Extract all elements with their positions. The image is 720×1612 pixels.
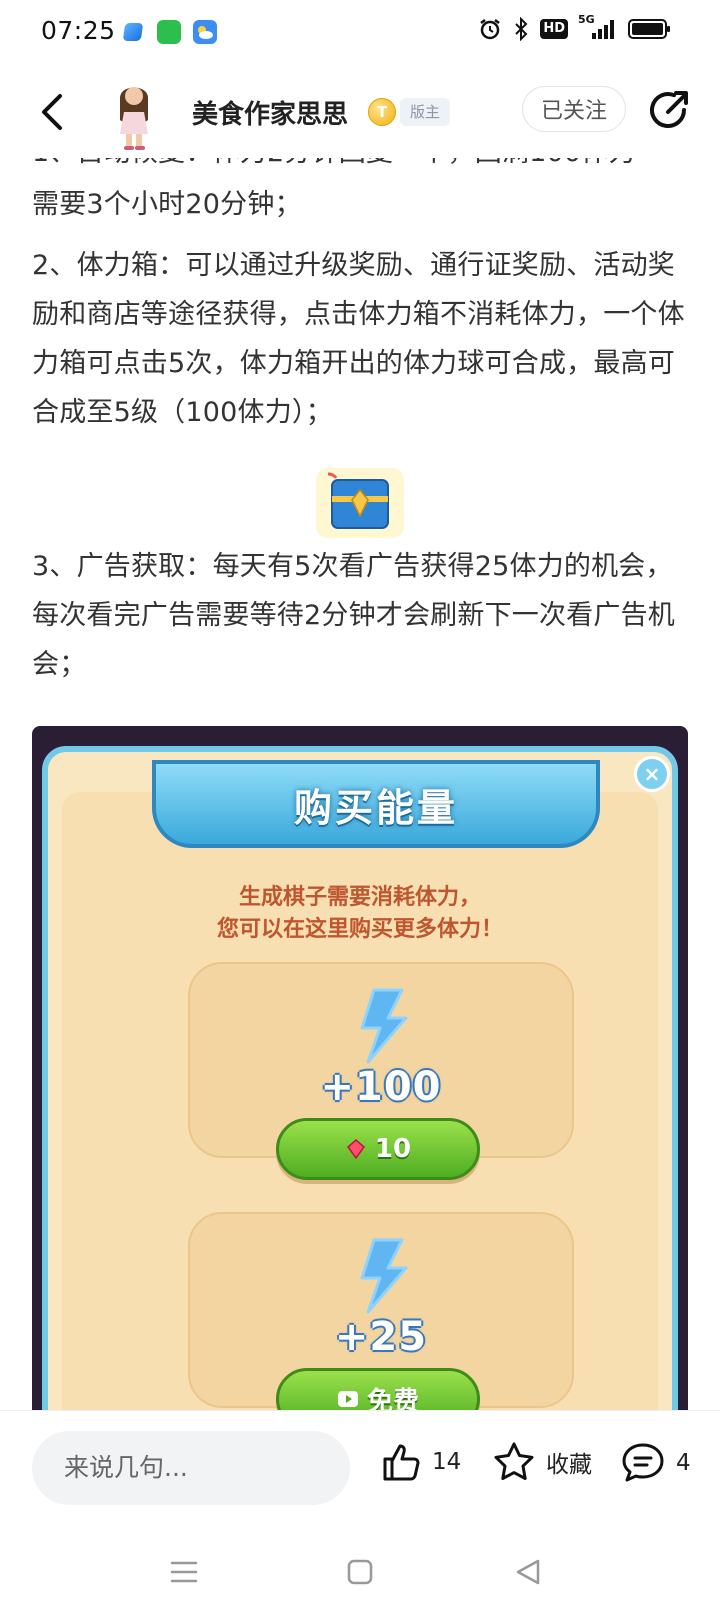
screen: 07:25 HD 5G 美食作家思思 T 版主 已关注 需要3个小时20分钟； …	[0, 0, 720, 1612]
role-badge: 版主	[400, 98, 451, 126]
status-bar: 07:25 HD 5G	[0, 0, 720, 66]
gem-icon	[346, 1139, 365, 1160]
author-name[interactable]: 美食作家思思	[192, 94, 348, 131]
signal-icon: 5G	[578, 13, 618, 41]
thumbs-up-icon	[383, 1444, 420, 1481]
game-title-banner: 购买能量	[152, 760, 600, 848]
free-ad-button: 免费	[276, 1368, 480, 1410]
weather-cloud-icon	[193, 20, 217, 44]
video-play-icon	[337, 1391, 358, 1407]
game-description-line-1: 生成棋子需要消耗体力，	[238, 885, 481, 910]
status-time: 07:25	[41, 16, 116, 45]
battery-icon	[628, 19, 670, 39]
buy-energy-panel: 购买能量 × 生成棋子需要消耗体力， 您可以在这里购买更多体力！ +100 10	[42, 746, 678, 1410]
game-description: 生成棋子需要消耗体力， 您可以在这里购买更多体力！	[48, 882, 672, 946]
like-count: 14	[432, 1449, 462, 1475]
game-screenshot[interactable]: 购买能量 × 生成棋子需要消耗体力， 您可以在这里购买更多体力！ +100 10	[32, 726, 688, 1410]
buy-with-gems-button: 10	[276, 1118, 480, 1180]
favorite-label: 收藏	[546, 1452, 592, 1478]
green-app-icon	[157, 20, 181, 44]
bottom-action-bar: 来说几句... 14 收藏 4	[0, 1410, 720, 1530]
star-icon	[494, 1442, 534, 1480]
comment-count: 4	[676, 1450, 691, 1476]
comment-button[interactable]: 4	[620, 1441, 691, 1485]
game-title: 购买能量	[293, 785, 458, 830]
share-button[interactable]	[646, 86, 694, 134]
alarm-icon	[480, 19, 501, 40]
back-triangle-icon[interactable]	[508, 1552, 548, 1592]
comment-input[interactable]: 来说几句...	[32, 1431, 350, 1505]
avatar[interactable]	[106, 76, 162, 150]
free-label: 免费	[366, 1386, 419, 1411]
level-badge: T	[368, 98, 396, 126]
hd-badge: HD	[540, 19, 568, 39]
post-header: 美食作家思思 T 版主 已关注	[0, 66, 720, 158]
notification-icons	[121, 20, 217, 44]
bluetooth-icon	[515, 17, 528, 41]
close-icon: ×	[634, 756, 670, 792]
share-icon	[650, 91, 688, 129]
stamina-chest-image[interactable]	[316, 468, 404, 538]
system-nav-bar	[0, 1530, 720, 1612]
paragraph-3: 3、广告获取：每天有5次看广告获得25体力的机会，每次看完广告需要等待2分钟才会…	[32, 551, 675, 680]
comment-icon	[622, 1443, 664, 1482]
paragraph-2: 2、体力箱：可以通过升级奖励、通行证奖励、活动奖励和商店等途径获得，点击体力箱不…	[32, 250, 685, 428]
offer-amount: +100	[320, 1064, 442, 1110]
offer-amount: +25	[334, 1314, 428, 1360]
offer-card-25: +25 免费	[188, 1212, 574, 1410]
article-body: 1、自动恢复：体力2分钟回复一个，回满100体力 需要3个小时20分钟； 2、体…	[0, 142, 720, 1410]
favorite-button[interactable]: 收藏	[492, 1441, 592, 1483]
home-icon[interactable]	[340, 1552, 380, 1592]
system-icons: HD 5G	[478, 13, 672, 41]
blue-cube-icon	[122, 23, 144, 41]
paragraph-1-rest: 需要3个小时20分钟；	[32, 189, 302, 220]
gem-price: 10	[374, 1134, 412, 1164]
offer-card-100: +100 10	[188, 962, 574, 1180]
follow-button[interactable]: 已关注	[522, 86, 626, 132]
back-button[interactable]	[30, 86, 74, 138]
menu-icon[interactable]	[164, 1552, 204, 1592]
chevron-left-icon	[42, 94, 62, 130]
energy-bolt-icon	[360, 988, 408, 1064]
game-description-line-2: 您可以在这里购买更多体力！	[216, 917, 503, 942]
energy-bolt-icon	[360, 1238, 408, 1314]
like-button[interactable]: 14	[380, 1441, 461, 1483]
